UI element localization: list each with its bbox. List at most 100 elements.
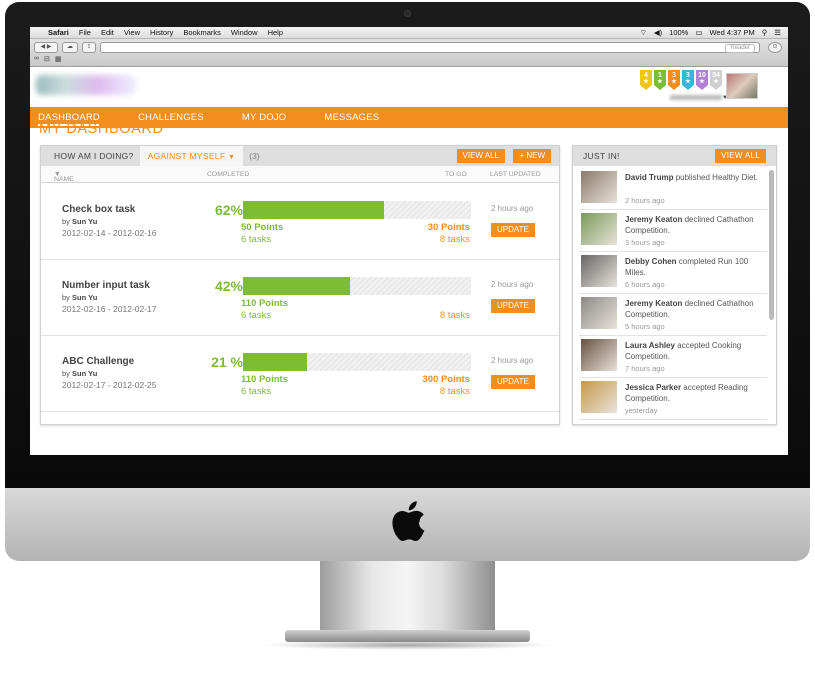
feed-user[interactable]: David Trump — [625, 173, 673, 182]
col-name[interactable]: NAME ▼ — [54, 171, 74, 183]
progress-bar — [243, 277, 471, 295]
page-title: MY DASHBOARD — [39, 121, 164, 137]
by-label: by — [62, 217, 70, 226]
against-label: AGAINST MYSELF — [147, 151, 226, 161]
against-dropdown[interactable]: AGAINST MYSELF ▼ — [139, 146, 244, 166]
to-go-points: 300 Points — [422, 374, 470, 385]
feed-avatar[interactable] — [581, 171, 617, 203]
update-button[interactable]: UPDATE — [491, 375, 535, 389]
challenge-row: Check box task by Sun Yu 2012-02-14 - 2012… — [41, 184, 559, 260]
col-to-go: TO GO — [445, 171, 467, 178]
just-in-header: JUST IN! VIEW ALL — [573, 146, 776, 166]
completed-tasks: 6 tasks — [241, 386, 272, 397]
activity-feed: David Trump published Healthy Diet. 2 hou… — [573, 168, 769, 420]
to-go-points: 30 Points — [427, 222, 470, 233]
challenge-owner: by Sun Yu — [62, 293, 97, 302]
feed-avatar[interactable] — [581, 381, 617, 413]
challenge-owner: by Sun Yu — [62, 369, 97, 378]
progress-bar — [243, 201, 471, 219]
challenge-name[interactable]: ABC Challenge — [62, 356, 134, 367]
imac-monitor: Safari File Edit View History Bookmarks … — [0, 0, 815, 700]
last-updated: 2 hours ago — [491, 356, 534, 365]
feed-text: Debby Cohen completed Run 100 Miles. — [625, 256, 767, 278]
column-headers: NAME ▼ COMPLETED TO GO LAST UPDATED — [41, 166, 559, 183]
feed-user[interactable]: Debby Cohen — [625, 257, 677, 266]
completed-points: 110 Points — [241, 298, 288, 309]
challenge-dates: 2012-02-14 - 2012-02-16 — [62, 228, 157, 238]
feed-action: published Healthy Diet. — [675, 173, 758, 182]
feed-scrollbar[interactable] — [769, 170, 774, 320]
just-in-view-all-button[interactable]: VIEW ALL — [715, 149, 766, 163]
feed-item[interactable]: Jeremy Keaton declined Cathathon Competi… — [579, 294, 767, 336]
progress-fill — [243, 277, 351, 295]
completed-tasks: 6 tasks — [241, 234, 272, 245]
col-last-updated: LAST UPDATED — [490, 171, 541, 178]
owner-name: Sun Yu — [72, 369, 98, 378]
feed-avatar[interactable] — [581, 297, 617, 329]
progress-panel: HOW AM I DOING? AGAINST MYSELF ▼ (3) VIE… — [40, 145, 560, 425]
completed-points: 50 Points — [241, 222, 284, 233]
just-in-title: JUST IN! — [583, 151, 620, 161]
completion-percent: 42% — [214, 278, 243, 294]
feed-time: 7 hours ago — [625, 364, 665, 373]
monitor-stand-neck — [320, 561, 495, 633]
feed-time: 5 hours ago — [625, 322, 665, 331]
challenge-name[interactable]: Number input task — [62, 280, 150, 291]
feed-avatar[interactable] — [581, 213, 617, 245]
progress-fill — [243, 353, 307, 371]
last-updated: 2 hours ago — [491, 280, 534, 289]
feed-item[interactable]: Jeremy Keaton declined Cathathon Competi… — [579, 210, 767, 252]
new-challenge-button[interactable]: + NEW — [513, 149, 551, 163]
challenge-dates: 2012-02-17 - 2012-02-25 — [62, 380, 157, 390]
just-in-panel: JUST IN! VIEW ALL David Trump published … — [572, 145, 777, 425]
completed-tasks: 6 tasks — [241, 310, 272, 321]
feed-avatar[interactable] — [581, 339, 617, 371]
update-button[interactable]: UPDATE — [491, 299, 535, 313]
feed-time: 3 hours ago — [625, 238, 665, 247]
completion-percent: 62% — [214, 202, 243, 218]
feed-time: 6 hours ago — [625, 280, 665, 289]
owner-name: Sun Yu — [72, 217, 98, 226]
feed-item[interactable]: Debby Cohen completed Run 100 Miles. 6 ho… — [579, 252, 767, 294]
by-label: by — [62, 369, 70, 378]
owner-name: Sun Yu — [72, 293, 98, 302]
to-go-tasks: 8 tasks — [439, 310, 470, 321]
feed-item[interactable]: David Trump published Healthy Diet. 2 hou… — [579, 168, 767, 210]
feed-text: Jeremy Keaton declined Cathathon Competi… — [625, 214, 767, 236]
challenge-dates: 2012-02-16 - 2012-02-17 — [62, 304, 157, 314]
to-go-tasks: 8 tasks — [439, 234, 470, 245]
feed-time: 2 hours ago — [625, 196, 665, 205]
progress-bar — [243, 353, 471, 371]
challenge-owner: by Sun Yu — [62, 217, 97, 226]
update-button[interactable]: UPDATE — [491, 223, 535, 237]
last-updated: 2 hours ago — [491, 204, 534, 213]
view-all-button[interactable]: VIEW ALL — [456, 149, 505, 163]
col-completed: COMPLETED — [207, 171, 250, 178]
challenge-row: ABC Challenge by Sun Yu 2012-02-17 - 2012-… — [41, 336, 559, 412]
caret-down-icon: ▼ — [228, 154, 236, 161]
feed-item[interactable]: Laura Ashley accepted Cooking Competitio… — [579, 336, 767, 378]
feed-user[interactable]: Jeremy Keaton — [625, 299, 682, 308]
progress-fill — [243, 201, 385, 219]
feed-text: Laura Ashley accepted Cooking Competitio… — [625, 340, 767, 362]
completed-points: 110 Points — [241, 374, 288, 385]
to-go-tasks: 8 tasks — [439, 386, 470, 397]
challenge-name[interactable]: Check box task — [62, 204, 135, 215]
panel-header: HOW AM I DOING? AGAINST MYSELF ▼ (3) VIE… — [41, 146, 559, 166]
feed-user[interactable]: Jessica Parker — [625, 383, 681, 392]
monitor-chin — [5, 488, 810, 561]
feed-avatar[interactable] — [581, 255, 617, 287]
feed-time: yesterday — [625, 406, 658, 415]
challenge-row: Number input task by Sun Yu 2012-02-16 - 2… — [41, 260, 559, 336]
by-label: by — [62, 293, 70, 302]
feed-user[interactable]: Laura Ashley — [625, 341, 675, 350]
challenge-count: (3) — [249, 151, 260, 161]
feed-text: Jeremy Keaton declined Cathathon Competi… — [625, 298, 767, 320]
feed-user[interactable]: Jeremy Keaton — [625, 215, 682, 224]
feed-item[interactable]: Jessica Parker accepted Reading Competit… — [579, 378, 767, 420]
dashboard-content: MY DASHBOARD HOW AM I DOING? AGAINST MYS… — [30, 0, 788, 455]
monitor-stand-base — [285, 630, 530, 642]
apple-logo-icon — [392, 501, 425, 542]
col-name-label: NAME — [54, 176, 74, 183]
completion-percent: 21 % — [211, 354, 243, 370]
